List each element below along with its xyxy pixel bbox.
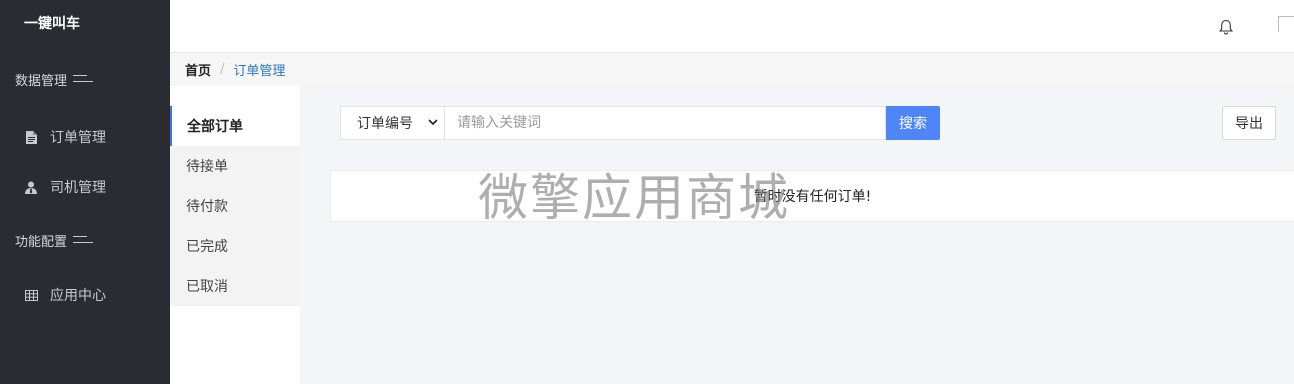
search-button[interactable]: 搜索 <box>886 106 940 140</box>
main-content: 订单编号 搜索 导出 暂时没有任何订单! <box>300 86 1294 384</box>
sidebar-group-config: 功能配置 <box>0 212 170 268</box>
sidebar-item-drivers[interactable]: 司机管理 <box>0 162 170 212</box>
top-bar <box>170 0 1294 53</box>
order-status-nav: 全部订单 待接单 待付款 已完成 已取消 <box>170 86 300 384</box>
sidebar-item-label: 订单管理 <box>50 130 106 146</box>
sidebar-group-label: 数据管理 <box>15 73 68 89</box>
sidebar-item-label: 司机管理 <box>50 180 106 196</box>
breadcrumb-home[interactable]: 首页 <box>185 60 211 79</box>
select-value: 订单编号 <box>357 116 413 132</box>
subnav-item-unpaid[interactable]: 待付款 <box>170 186 300 226</box>
search-bar: 订单编号 搜索 <box>340 106 940 140</box>
sidebar-group-label: 功能配置 <box>15 234 68 250</box>
file-icon <box>24 130 38 144</box>
subnav-item-cancelled[interactable]: 已取消 <box>170 266 300 306</box>
subnav-item-all[interactable]: 全部订单 <box>170 106 300 146</box>
search-input[interactable] <box>445 106 886 140</box>
sidebar-group-data: 数据管理 <box>0 46 170 112</box>
sidebar: 一键叫车 数据管理 订单管理 司机管理 功能配置 应用中心 <box>0 0 170 384</box>
menu-lines-icon <box>73 236 94 244</box>
user-tie-icon <box>24 180 38 194</box>
sidebar-item-app-center[interactable]: 应用中心 <box>0 268 170 322</box>
subnav-item-completed[interactable]: 已完成 <box>170 226 300 266</box>
broken-image-icon[interactable] <box>1278 16 1294 32</box>
export-button[interactable]: 导出 <box>1222 106 1276 140</box>
search-field-select[interactable]: 订单编号 <box>340 106 445 140</box>
sidebar-item-label: 应用中心 <box>50 288 106 304</box>
bell-icon[interactable] <box>1218 19 1234 35</box>
menu-lines-icon <box>73 75 94 83</box>
subnav-item-pending[interactable]: 待接单 <box>170 146 300 186</box>
empty-message: 暂时没有任何订单! <box>753 189 872 205</box>
table-icon <box>24 288 38 302</box>
breadcrumb-current[interactable]: 订单管理 <box>233 60 285 79</box>
breadcrumb-separator: / <box>220 62 225 77</box>
empty-state-panel: 暂时没有任何订单! <box>330 170 1294 222</box>
breadcrumb: 首页 / 订单管理 <box>170 53 1294 86</box>
sidebar-item-orders[interactable]: 订单管理 <box>0 112 170 162</box>
brand-title: 一键叫车 <box>24 16 80 32</box>
chevron-down-icon <box>428 118 438 129</box>
